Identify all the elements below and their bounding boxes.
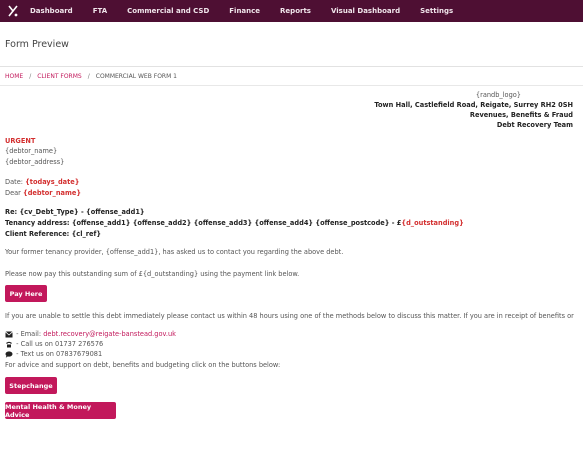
email-link[interactable]: debt.recovery@reigate-banstead.gov.uk xyxy=(43,330,176,338)
paragraph-pay: Please now pay this outstanding sum of £… xyxy=(5,270,300,278)
text-text: - Text us on 07837679081 xyxy=(16,350,103,358)
urgent-label: URGENT xyxy=(5,137,36,145)
logo-placeholder: {randb_logo} xyxy=(475,91,521,99)
salutation: Dear {debtor_name} xyxy=(5,189,81,197)
sender-department: Revenues, Benefits & Fraud xyxy=(469,111,573,119)
debtor-address: {debtor_address} xyxy=(5,158,65,166)
nav-item-reports[interactable]: Reports xyxy=(280,7,311,15)
sender-address: Town Hall, Castlefield Road, Reigate, Su… xyxy=(374,101,573,109)
paragraph-contacted: Your former tenancy provider, {offense_a… xyxy=(5,248,344,256)
page-title: Form Preview xyxy=(5,38,69,50)
breadcrumb-client-forms[interactable]: CLIENT FORMS xyxy=(37,73,81,80)
call-line: - Call us on 01737 276576 xyxy=(5,340,103,348)
dear-label: Dear xyxy=(5,189,21,197)
nav-item-settings[interactable]: Settings xyxy=(420,7,453,15)
re-line: Re: {cv_Debt_Type} - {offense_add1} xyxy=(5,208,145,216)
nav-item-fta[interactable]: FTA xyxy=(93,7,107,15)
tenancy-amount: {d_outstanding} xyxy=(401,219,464,227)
logo-icon[interactable] xyxy=(0,0,26,22)
breadcrumb: HOME / CLIENT FORMS / COMMERCIAL WEB FOR… xyxy=(0,67,583,86)
debtor-name: {debtor_name} xyxy=(5,147,58,155)
tenancy-address-line: Tenancy address: {offense_add1} {offense… xyxy=(5,219,464,227)
page-header: Form Preview xyxy=(0,22,583,67)
email-label: - Email: xyxy=(16,330,42,338)
tenancy-address-text: Tenancy address: {offense_add1} {offense… xyxy=(5,219,402,227)
email-icon xyxy=(5,331,13,338)
stepchange-button[interactable]: Stepchange xyxy=(5,377,57,394)
date-value: {todays_date} xyxy=(25,178,80,186)
client-reference: Client Reference: {cl_ref} xyxy=(5,230,102,238)
call-text: - Call us on 01737 276576 xyxy=(16,340,104,348)
text-line: - Text us on 07837679081 xyxy=(5,350,102,358)
nav-item-finance[interactable]: Finance xyxy=(229,7,260,15)
nav-item-commercial-csd[interactable]: Commercial and CSD xyxy=(127,7,209,15)
nav-item-visual-dashboard[interactable]: Visual Dashboard xyxy=(331,7,400,15)
chat-icon xyxy=(5,350,13,358)
breadcrumb-separator: / xyxy=(87,72,90,80)
top-navigation-bar: Dashboard FTA Commercial and CSD Finance… xyxy=(0,0,583,22)
sender-address-block: {randb_logo} Town Hall, Castlefield Road… xyxy=(374,90,573,130)
advice-text: For advice and support on debt, benefits… xyxy=(5,361,281,369)
nav-item-dashboard[interactable]: Dashboard xyxy=(30,7,73,15)
phone-icon xyxy=(5,341,13,348)
breadcrumb-separator: / xyxy=(29,72,32,80)
dear-value: {debtor_name} xyxy=(23,189,82,197)
date-line: Date: {todays_date} xyxy=(5,178,79,186)
mental-health-money-advice-button[interactable]: Mental Health & Money Advice xyxy=(5,402,116,419)
paragraph-contact-us: If you are unable to settle this debt im… xyxy=(5,312,574,320)
email-line: - Email: debt.recovery@reigate-banstead.… xyxy=(5,330,176,338)
date-label: Date: xyxy=(5,178,23,186)
nav-menu: Dashboard FTA Commercial and CSD Finance… xyxy=(26,7,453,15)
breadcrumb-home[interactable]: HOME xyxy=(5,73,23,80)
breadcrumb-current: COMMERCIAL WEB FORM 1 xyxy=(95,72,177,80)
pay-here-button[interactable]: Pay Here xyxy=(5,285,47,302)
sender-team: Debt Recovery Team xyxy=(496,121,573,129)
